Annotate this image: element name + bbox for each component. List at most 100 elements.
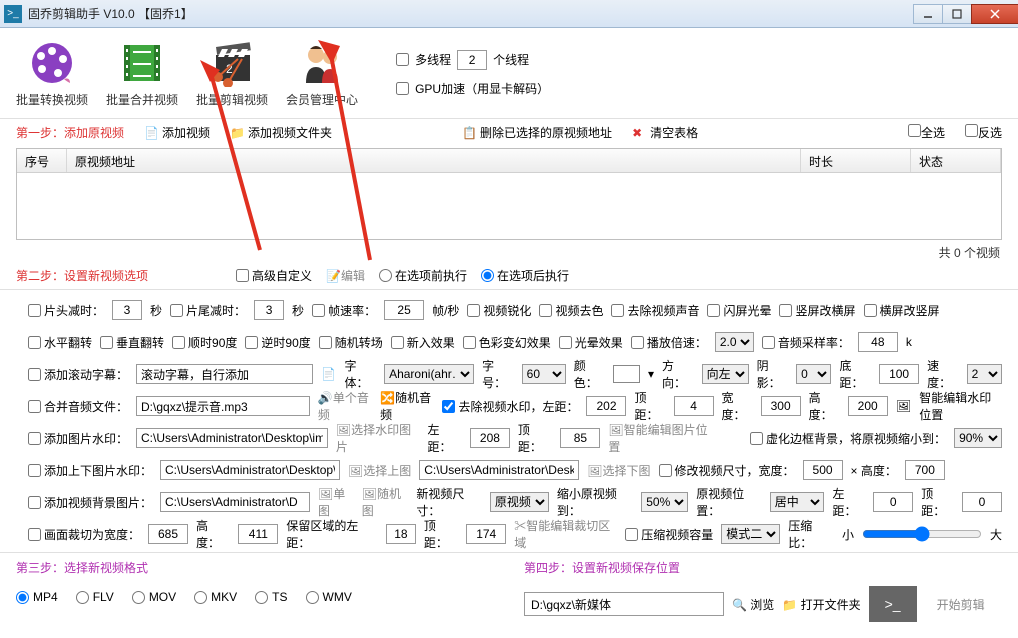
shadow-select[interactable]: 0 [796,364,831,384]
speed-select[interactable]: 2.0 [715,332,754,352]
crop-checkbox[interactable]: 画面裁切为宽度： [28,526,140,543]
wm-left-input[interactable] [586,396,626,416]
exec-before-radio[interactable]: 在选项前执行 [379,267,467,284]
decolor-checkbox[interactable]: 视频去色 [539,302,603,319]
font-select[interactable]: Aharoni(ahr… [384,364,474,384]
edit-button[interactable]: 📝编辑 [326,267,365,284]
fps-input[interactable] [384,300,424,320]
select-top-img-button[interactable]: 🖼选择上图 [348,462,411,479]
convert-tool[interactable]: 批量转换视频 [16,39,88,108]
resize-w-input[interactable] [803,460,843,480]
clip-tool[interactable]: 2 批量剪辑视频 [196,39,268,108]
fmt-wmv-radio[interactable]: WMV [306,590,352,604]
img-watermark-checkbox[interactable]: 添加图片水印： [28,430,128,447]
random-img-button[interactable]: 🖼随机图 [362,485,409,519]
tb-watermark-checkbox[interactable]: 添加上下图片水印： [28,462,152,479]
smart-crop-button[interactable]: ✂智能编辑裁切区域 [514,517,617,551]
select-all-checkbox[interactable]: 全选 [908,124,945,141]
compress-mode-select[interactable]: 模式二 [721,524,780,544]
random-audio-button[interactable]: 🔀随机音频 [380,389,434,423]
fps-checkbox[interactable]: 帧速率： [312,302,376,319]
head-cut-checkbox[interactable]: 片头减时： [28,302,104,319]
fmt-mov-radio[interactable]: MOV [132,590,176,604]
text-file-icon[interactable]: 📄 [321,365,337,383]
scroll-text-input[interactable] [136,364,313,384]
resize-checkbox[interactable]: 修改视频尺寸，宽度： [659,462,795,479]
wm-width-input[interactable] [761,396,801,416]
img-left-input[interactable] [470,428,510,448]
col-status[interactable]: 状态 [911,149,1001,172]
ccw90-checkbox[interactable]: 逆时90度 [245,334,310,351]
keep-top-input[interactable] [466,524,506,544]
select-bot-img-button[interactable]: 🖼选择下图 [587,462,650,479]
bg-path-input[interactable] [160,492,310,512]
sharpen-checkbox[interactable]: 视频锐化 [467,302,531,319]
fmt-mp4-radio[interactable]: MP4 [16,590,58,604]
tail-cut-checkbox[interactable]: 片尾减时： [170,302,246,319]
blur-percent-select[interactable]: 90% [954,428,1002,448]
color-picker[interactable] [613,365,640,383]
audio-rate-input[interactable] [858,332,898,352]
head-cut-input[interactable] [112,300,142,320]
clear-table-button[interactable]: ✖清空表格 [632,124,698,141]
close-button[interactable] [971,4,1018,24]
rand-trans-checkbox[interactable]: 随机转场 [319,334,383,351]
speed-checkbox[interactable]: 播放倍速： [631,334,707,351]
advanced-checkbox[interactable]: 高级自定义 [236,267,312,284]
add-folder-button[interactable]: 📁添加视频文件夹 [230,124,332,141]
merge-audio-checkbox[interactable]: 合并音频文件： [28,398,128,415]
exec-after-radio[interactable]: 在选项后执行 [481,267,569,284]
hflip-checkbox[interactable]: 水平翻转 [28,334,92,351]
single-img-button[interactable]: 🖼单图 [318,485,354,519]
start-button[interactable]: 开始剪辑 [925,590,997,619]
img-wm-path-input[interactable] [136,428,328,448]
merge-tool[interactable]: 批量合并视频 [106,39,178,108]
col-path[interactable]: 原视频地址 [67,149,801,172]
bg-left-input[interactable] [873,492,913,512]
v2h-checkbox[interactable]: 竖屏改横屏 [779,302,855,319]
tail-cut-input[interactable] [254,300,284,320]
crop-w-input[interactable] [148,524,188,544]
fmt-ts-radio[interactable]: TS [255,590,287,604]
smart-img-button[interactable]: 🖼智能编辑图片位置 [608,421,715,455]
img-top-input[interactable] [560,428,600,448]
delete-selected-button[interactable]: 📋删除已选择的原视频地址 [462,124,612,141]
vflip-checkbox[interactable]: 垂直翻转 [100,334,164,351]
cw90-checkbox[interactable]: 顺时90度 [172,334,237,351]
invert-checkbox[interactable]: 反选 [965,124,1002,141]
position-select[interactable]: 居中 [770,492,825,512]
insert-fx-checkbox[interactable]: 新入效果 [391,334,455,351]
bg-top-input[interactable] [962,492,1002,512]
threads-input[interactable] [457,50,487,70]
fmt-flv-radio[interactable]: FLV [76,590,114,604]
shrink-select[interactable]: 50% [641,492,688,512]
wm-top-input[interactable] [674,396,714,416]
col-duration[interactable]: 时长 [801,149,911,172]
fontsize-select[interactable]: 60 [522,364,566,384]
select-wm-img-button[interactable]: 🖼选择水印图片 [336,421,420,455]
crop-h-input[interactable] [238,524,278,544]
run-icon-button[interactable]: >_ [869,586,917,622]
compress-slider[interactable] [862,526,982,542]
remove-audio-checkbox[interactable]: 去除视频声音 [611,302,699,319]
scroll-text-checkbox[interactable]: 添加滚动字幕： [28,366,128,383]
gpu-checkbox[interactable] [396,82,409,95]
wm-height-input[interactable] [848,396,888,416]
dropdown-icon[interactable]: ▾ [648,367,654,381]
color-fx-checkbox[interactable]: 色彩变幻效果 [463,334,551,351]
bot-img-path-input[interactable] [419,460,579,480]
h2v-checkbox[interactable]: 横屏改竖屏 [864,302,940,319]
remove-watermark-checkbox[interactable]: 去除视频水印，左距： [442,398,578,415]
halo-fx-checkbox[interactable]: 光晕效果 [559,334,623,351]
member-tool[interactable]: 会员管理中心 [286,39,358,108]
open-folder-button[interactable]: 📁 打开文件夹 [782,596,860,613]
browse-button[interactable]: 🔍 浏览 [732,596,774,613]
scroll-speed-select[interactable]: 2 [967,364,1002,384]
table-body[interactable] [17,173,1001,239]
resize-h-input[interactable] [905,460,945,480]
keep-left-input[interactable] [386,524,416,544]
bottom-dist-input[interactable] [879,364,919,384]
blur-edge-checkbox[interactable]: 虚化边框背景，将原视频缩小到： [750,430,946,447]
maximize-button[interactable] [942,4,972,24]
single-audio-button[interactable]: 🔊单个音频 [318,389,372,423]
